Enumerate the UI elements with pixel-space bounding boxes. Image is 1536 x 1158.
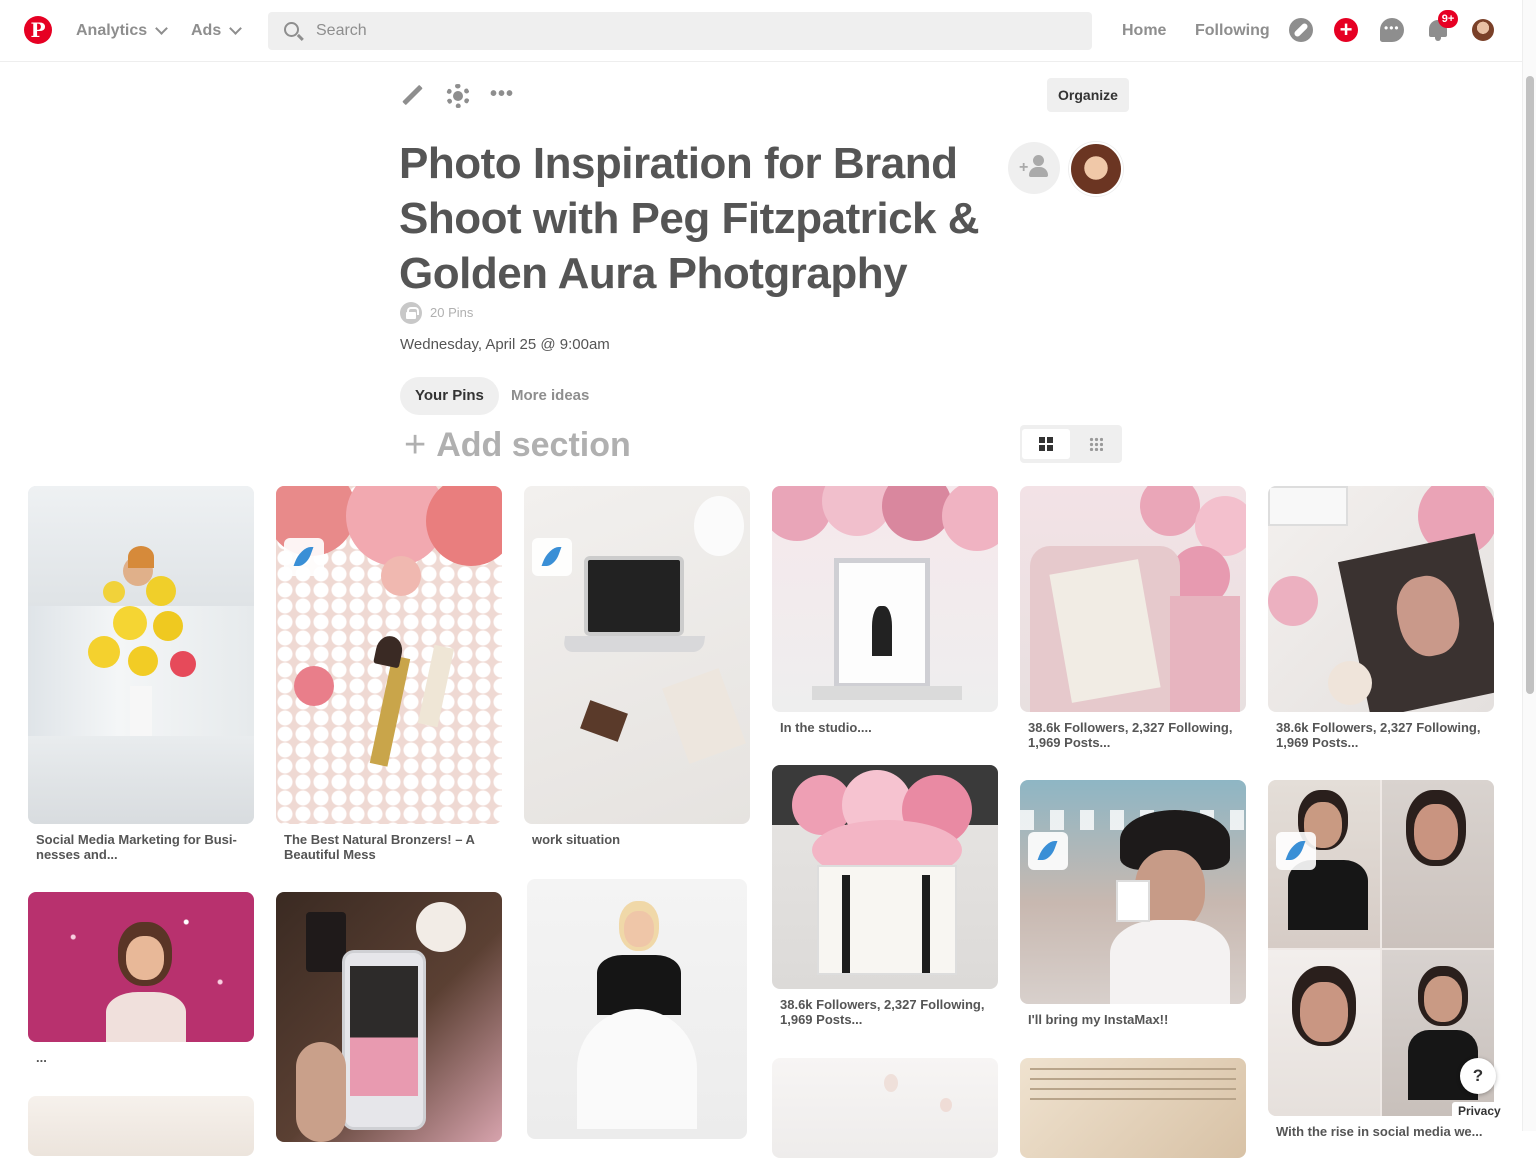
lock-icon: [400, 302, 422, 324]
feather-icon: [532, 538, 572, 576]
chat-icon[interactable]: [1380, 18, 1404, 42]
chevron-down-icon: [155, 22, 169, 35]
ads-label: Ads: [191, 22, 222, 39]
pin-card[interactable]: I'll bring my InstaMax!!: [1020, 780, 1246, 1027]
pin-image[interactable]: [1020, 780, 1246, 1004]
pin-card[interactable]: Social Media Marketing for Busi- nesses …: [28, 486, 254, 862]
scrollbar[interactable]: [1522, 0, 1536, 1131]
board-title: Photo Inspiration for Brand Shoot with P…: [399, 139, 980, 298]
compass-icon[interactable]: [1289, 18, 1313, 42]
pin-card[interactable]: [772, 1058, 998, 1158]
pin-caption: With the rise in social media we...: [1276, 1124, 1483, 1139]
pin-card[interactable]: In the studio....: [772, 486, 998, 735]
pin-caption: work situation: [532, 832, 621, 847]
top-nav-bar: P Analytics Ads Home Following + 9+: [0, 0, 1522, 62]
pin-caption: 38.6k Followers, 2,327 Following, 1,969 …: [780, 997, 985, 1027]
add-section-button[interactable]: + Add section: [404, 424, 631, 467]
tab-more-ideas[interactable]: More ideas: [511, 377, 589, 415]
pin-image[interactable]: [1020, 486, 1246, 712]
pin-image[interactable]: [28, 486, 254, 824]
pin-image[interactable]: [772, 765, 998, 989]
analytics-menu[interactable]: Analytics: [76, 22, 169, 40]
pin-card[interactable]: work situation: [524, 486, 750, 847]
pin-count: 20 Pins: [430, 305, 474, 320]
plus-icon: +: [404, 424, 427, 466]
pin-image[interactable]: [772, 486, 998, 712]
pin-card[interactable]: 38.6k Followers, 2,327 Following, 1,969 …: [1020, 486, 1246, 750]
board-description: Wednesday, April 25 @ 9:00am: [400, 336, 610, 353]
source-badge[interactable]: [284, 538, 324, 576]
pin-image[interactable]: [28, 1096, 254, 1156]
pinterest-logo-icon[interactable]: P: [24, 16, 52, 44]
pin-card[interactable]: [527, 879, 753, 1139]
home-link[interactable]: Home: [1122, 22, 1166, 40]
scrollbar-thumb[interactable]: [1526, 76, 1534, 694]
board-owner-avatar[interactable]: [1069, 142, 1123, 196]
pin-caption: I'll bring my InstaMax!!: [1028, 1012, 1169, 1027]
pin-card[interactable]: 38.6k Followers, 2,327 Following, 1,969 …: [1268, 486, 1494, 750]
grid-large-icon: [1039, 437, 1053, 451]
pin-card[interactable]: [276, 892, 502, 1142]
pin-caption: Social Media Marketing for Busi- nesses …: [36, 832, 237, 862]
feather-icon: [1276, 832, 1316, 870]
pin-card[interactable]: 38.6k Followers, 2,327 Following, 1,969 …: [772, 765, 998, 1027]
pin-card[interactable]: [1020, 1058, 1246, 1158]
pin-caption: In the studio....: [780, 720, 872, 735]
pin-card[interactable]: ...: [28, 892, 254, 1065]
view-toggle: [1020, 425, 1122, 463]
pin-image[interactable]: [1268, 780, 1494, 1116]
pin-image[interactable]: [527, 879, 747, 1139]
pin-card[interactable]: [28, 1096, 254, 1156]
source-badge[interactable]: [1028, 832, 1068, 870]
search-bar: [268, 12, 1092, 50]
add-section-label: Add section: [436, 426, 631, 464]
search-icon: [284, 22, 299, 37]
pencil-icon[interactable]: [400, 84, 424, 108]
pin-image[interactable]: [276, 486, 502, 824]
notification-badge: 9+: [1438, 10, 1458, 28]
pin-image[interactable]: [276, 892, 502, 1142]
chevron-down-icon: [229, 22, 243, 35]
following-link[interactable]: Following: [1195, 22, 1270, 40]
search-input[interactable]: [316, 12, 1076, 50]
feather-icon: [284, 538, 324, 576]
pin-image[interactable]: [1020, 1058, 1246, 1158]
ads-menu[interactable]: Ads: [191, 22, 243, 40]
pin-image[interactable]: [1268, 486, 1494, 712]
pin-caption: 38.6k Followers, 2,327 Following, 1,969 …: [1028, 720, 1233, 750]
gear-icon[interactable]: [446, 84, 470, 108]
analytics-label: Analytics: [76, 22, 148, 39]
plus-icon[interactable]: +: [1334, 18, 1358, 42]
pin-image[interactable]: [772, 1058, 998, 1158]
pin-card[interactable]: With the rise in social media we...: [1268, 780, 1494, 1139]
pin-caption: The Best Natural Bronzers! – A Beautiful…: [284, 832, 475, 862]
tab-your-pins[interactable]: Your Pins: [400, 377, 499, 415]
more-icon[interactable]: •••: [490, 84, 514, 108]
grid-compact-button[interactable]: [1072, 429, 1120, 459]
pin-caption: ...: [36, 1050, 47, 1065]
grid-large-button[interactable]: [1022, 429, 1070, 459]
pin-image[interactable]: [28, 892, 254, 1042]
source-badge[interactable]: [1276, 832, 1316, 870]
organize-button[interactable]: Organize: [1047, 78, 1129, 112]
privacy-link[interactable]: Privacy: [1452, 1102, 1507, 1120]
help-button[interactable]: ?: [1460, 1058, 1496, 1094]
pin-caption: 38.6k Followers, 2,327 Following, 1,969 …: [1276, 720, 1481, 750]
avatar[interactable]: [1472, 19, 1494, 41]
pin-card[interactable]: The Best Natural Bronzers! – A Beautiful…: [276, 486, 502, 862]
pin-image[interactable]: [524, 486, 750, 824]
feather-icon: [1028, 832, 1068, 870]
add-collaborator-button[interactable]: +: [1008, 142, 1060, 194]
source-badge[interactable]: [532, 538, 572, 576]
grid-compact-icon: [1089, 437, 1103, 451]
